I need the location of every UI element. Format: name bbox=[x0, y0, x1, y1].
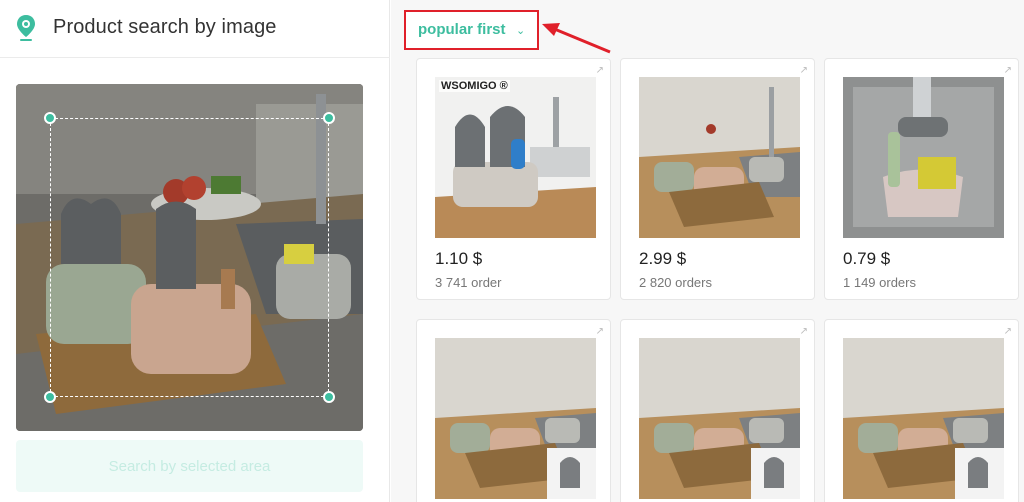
left-header: Product search by image bbox=[0, 0, 390, 58]
map-pin-icon bbox=[17, 15, 35, 41]
crop-handle-bottom-left[interactable] bbox=[44, 391, 56, 403]
product-card[interactable]: ↗ 2.99 $ 2 820 orders bbox=[620, 58, 815, 300]
product-orders: 3 741 order bbox=[435, 275, 502, 290]
external-link-icon[interactable]: ↗ bbox=[596, 65, 604, 76]
product-card[interactable]: ↗ 0.79 $ 1 149 orders bbox=[824, 58, 1019, 300]
app-root: Product search by image Search by select… bbox=[0, 0, 1024, 502]
product-card[interactable]: ↗ bbox=[416, 319, 611, 502]
external-link-icon[interactable]: ↗ bbox=[596, 326, 604, 337]
crop-handle-top-right[interactable] bbox=[323, 112, 335, 124]
crop-handle-top-left[interactable] bbox=[44, 112, 56, 124]
crop-handle-bottom-right[interactable] bbox=[323, 391, 335, 403]
product-image[interactable] bbox=[435, 338, 596, 499]
product-image[interactable] bbox=[843, 338, 1004, 499]
external-link-icon[interactable]: ↗ bbox=[1004, 65, 1012, 76]
page-title: Product search by image bbox=[53, 16, 277, 38]
external-link-icon[interactable]: ↗ bbox=[800, 65, 808, 76]
external-link-icon[interactable]: ↗ bbox=[800, 326, 808, 337]
brand-watermark: WSOMIGO ® bbox=[439, 80, 510, 92]
chevron-down-icon: ⌄ bbox=[516, 25, 526, 37]
selection-area[interactable] bbox=[50, 118, 329, 397]
product-card[interactable]: ↗ WSOMIGO ® 1.10 $ 3 741 order bbox=[416, 58, 611, 300]
product-price: 2.99 $ bbox=[639, 249, 687, 268]
product-price: 1.10 $ bbox=[435, 249, 483, 268]
product-price: 0.79 $ bbox=[843, 249, 891, 268]
product-image[interactable] bbox=[639, 77, 800, 238]
sort-label: popular first bbox=[418, 21, 506, 38]
external-link-icon[interactable]: ↗ bbox=[1004, 326, 1012, 337]
product-image[interactable]: WSOMIGO ® bbox=[435, 77, 596, 238]
search-by-area-button[interactable]: Search by selected area bbox=[16, 440, 363, 492]
product-card[interactable]: ↗ bbox=[824, 319, 1019, 502]
product-card[interactable]: ↗ bbox=[620, 319, 815, 502]
product-image[interactable] bbox=[843, 77, 1004, 238]
product-orders: 1 149 orders bbox=[843, 275, 916, 290]
sort-dropdown[interactable]: popular first ⌄ bbox=[404, 10, 539, 50]
product-orders: 2 820 orders bbox=[639, 275, 712, 290]
arrow-icon bbox=[542, 23, 611, 54]
left-panel: Product search by image Search by select… bbox=[0, 0, 390, 502]
product-image[interactable] bbox=[639, 338, 800, 499]
